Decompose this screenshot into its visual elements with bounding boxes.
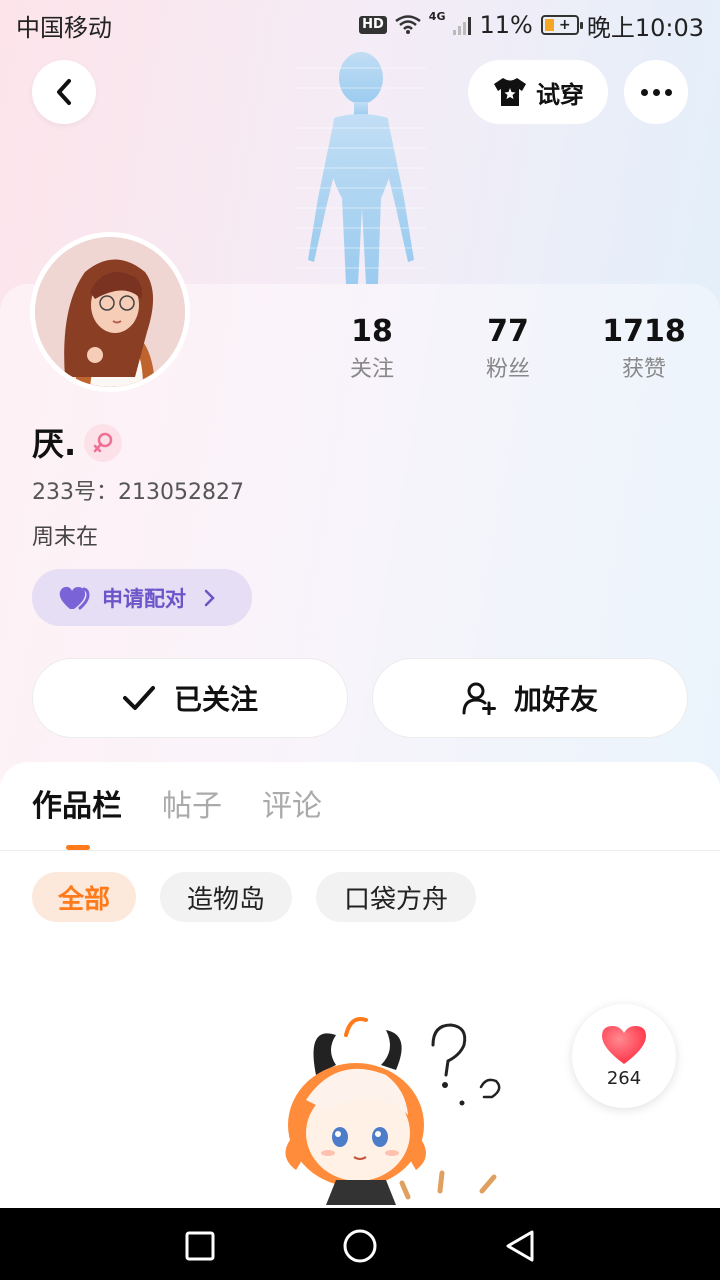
more-dots-icon <box>640 88 672 96</box>
bio: 周末在 <box>32 525 99 550</box>
back-button[interactable] <box>32 60 96 124</box>
like-count: 264 <box>606 1067 642 1089</box>
followed-label: 已关注 <box>173 683 258 716</box>
following-count: 18 <box>351 314 393 349</box>
user-id: 233号：213052827 <box>32 480 244 505</box>
triangle-back-icon <box>506 1230 534 1262</box>
followed-button[interactable]: 已关注 <box>32 658 348 738</box>
avatar-illustration <box>35 237 185 387</box>
battery-percent: 11% <box>479 11 533 39</box>
try-on-label: 试穿 <box>536 80 584 109</box>
check-icon <box>122 686 155 710</box>
followers-count: 77 <box>487 314 529 349</box>
back-arrow-icon <box>57 79 71 105</box>
try-on-button[interactable]: 试穿 <box>468 60 608 124</box>
add-friend-button[interactable]: 加好友 <box>372 658 688 738</box>
followers-stat[interactable]: 77 粉丝 <box>448 312 568 388</box>
gender-badge <box>84 424 122 462</box>
tab-comments[interactable]: 评论 <box>262 786 322 828</box>
request-match-label: 申请配对 <box>102 586 186 611</box>
system-nav-bar <box>0 1208 720 1280</box>
wifi-icon <box>395 15 421 34</box>
recent-apps-button[interactable] <box>180 1226 220 1266</box>
square-icon <box>185 1231 215 1261</box>
hd-badge: HD <box>359 16 387 34</box>
filter-pocket-ark[interactable]: 口袋方舟 <box>316 872 476 922</box>
request-match-button[interactable]: 申请配对 <box>32 569 252 626</box>
tab-works[interactable]: 作品栏 <box>32 786 122 828</box>
following-stat[interactable]: 18 关注 <box>312 312 432 388</box>
tshirt-icon <box>494 78 526 106</box>
heart-icon <box>602 1025 646 1064</box>
chevron-right-icon <box>204 589 215 606</box>
add-user-icon <box>462 682 496 715</box>
avatar-hologram-figure <box>296 52 426 284</box>
female-icon <box>93 432 113 453</box>
like-button[interactable]: 264 <box>572 1004 676 1108</box>
tabs-divider <box>0 850 720 851</box>
likes-stat[interactable]: 1718 获赞 <box>584 312 704 388</box>
battery-icon: + <box>540 15 583 35</box>
carrier-label: 中国移动 <box>16 13 112 42</box>
status-bar: 中国移动 HD 4G 11% + 晚上10:03 <box>0 0 720 50</box>
clock: 晚上10:03 <box>586 13 704 42</box>
username: 厌. <box>32 425 77 463</box>
add-friend-label: 加好友 <box>513 683 598 716</box>
circle-icon <box>343 1229 377 1263</box>
tab-posts[interactable]: 帖子 <box>162 786 222 828</box>
likes-label: 获赞 <box>621 357 666 382</box>
empty-state-illustration <box>285 1017 501 1205</box>
signal-icon <box>453 15 472 35</box>
system-back-button[interactable] <box>500 1226 540 1266</box>
likes-count: 1718 <box>602 314 686 349</box>
avatar[interactable] <box>30 232 190 392</box>
filter-creation-island[interactable]: 造物岛 <box>160 872 292 922</box>
heart-pair-icon <box>59 586 90 609</box>
network-type: 4G <box>428 9 446 23</box>
followers-label: 粉丝 <box>485 357 530 382</box>
more-options-button[interactable] <box>624 60 688 124</box>
following-label: 关注 <box>349 357 394 382</box>
filter-all[interactable]: 全部 <box>32 872 136 922</box>
home-button[interactable] <box>340 1226 380 1266</box>
